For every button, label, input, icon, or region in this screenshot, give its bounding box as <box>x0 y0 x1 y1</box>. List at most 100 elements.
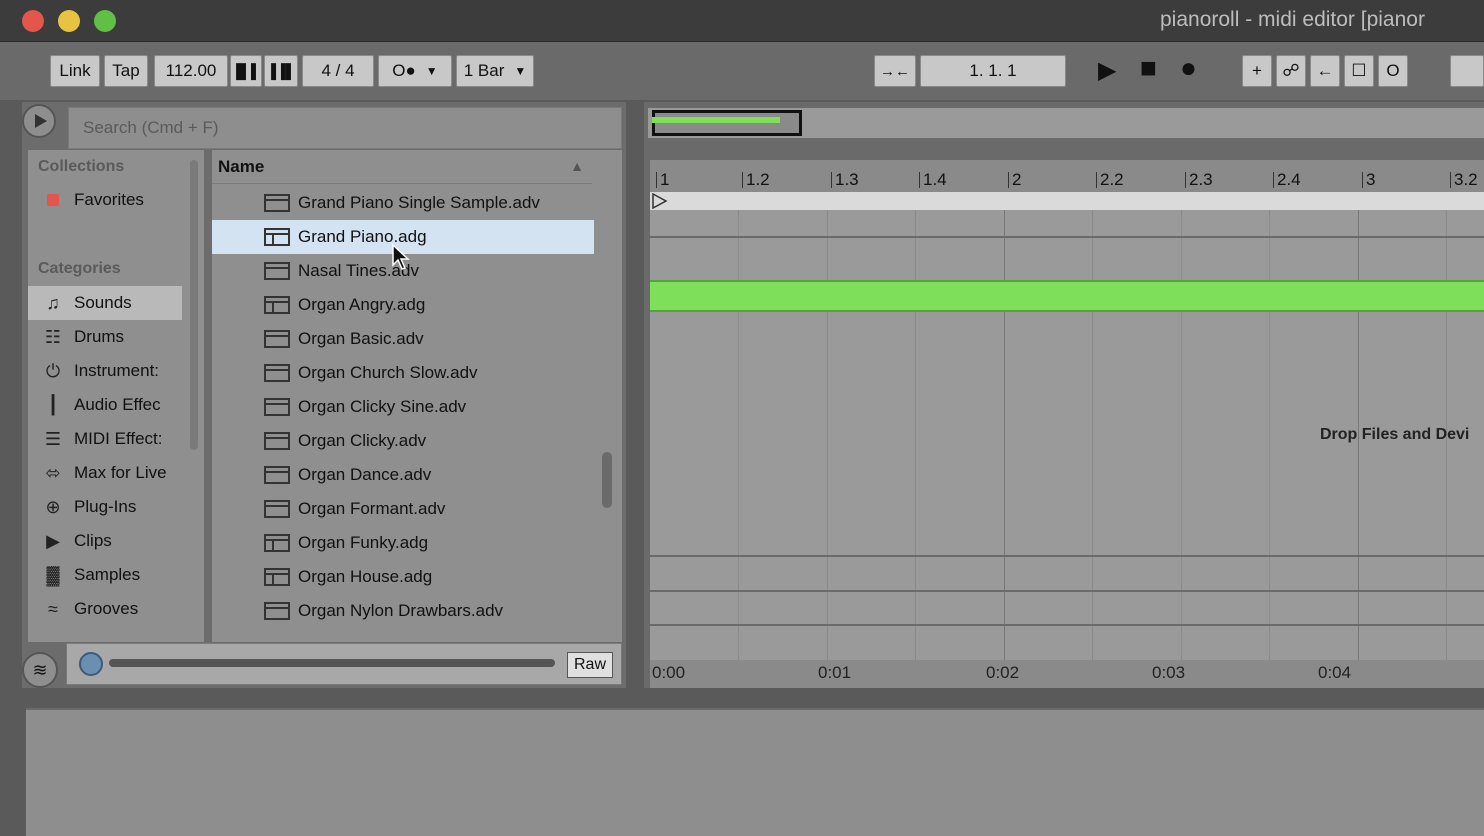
raw-button[interactable]: Raw <box>566 652 613 678</box>
grid-line <box>1004 210 1005 660</box>
metronome-button[interactable]: O● ▼ <box>378 55 452 87</box>
record-icon[interactable]: ● <box>1180 52 1197 84</box>
link-button[interactable]: Link <box>50 55 100 87</box>
preset-icon <box>264 330 290 348</box>
tempo-field[interactable]: 112.00 <box>154 55 228 87</box>
browser-sidebar: Collections Favorites Categories ♫ Sound… <box>28 150 204 642</box>
sidebar-item-favorites[interactable]: Favorites <box>28 183 204 217</box>
beat-tick: 1.3 <box>831 170 859 189</box>
preset-icon <box>264 466 290 484</box>
nudge-up-button[interactable]: ▐▐▌ <box>264 55 298 87</box>
control-bar-more[interactable] <box>1450 55 1484 87</box>
sidebar-item-samples[interactable]: ▓ Samples <box>28 558 204 592</box>
list-item[interactable]: Organ Angry.adg <box>212 288 594 322</box>
metronome-icon: O● <box>392 61 416 80</box>
start-marker-icon[interactable] <box>652 193 668 209</box>
headphones-icon[interactable] <box>79 652 103 676</box>
midi-note[interactable] <box>650 280 1484 312</box>
time-tick: 0:00 <box>652 663 686 682</box>
back-to-arrangement-button[interactable]: ← <box>1310 55 1340 87</box>
beat-tick: 1.4 <box>919 170 947 189</box>
sidebar-item-instruments[interactable]: ⏻ Instrument: <box>28 354 204 388</box>
preset-icon <box>264 398 290 416</box>
time-ruler[interactable]: 0:00 0:01 0:02 0:03 0:04 <box>650 660 1484 688</box>
list-item[interactable]: Organ Formant.adv <box>212 492 594 526</box>
sidebar-item-drums[interactable]: ☷ Drums <box>28 320 204 354</box>
play-icon[interactable]: ▶ <box>1098 56 1116 85</box>
max-for-live-icon: ⬄ <box>45 462 61 483</box>
plug-in-icon: ⊕ <box>45 496 61 517</box>
name-column-header[interactable]: Name ▲ <box>212 150 592 184</box>
sidebar-scrollbar[interactable] <box>190 160 198 450</box>
loop-button[interactable]: O <box>1378 55 1408 87</box>
overview-window[interactable] <box>652 110 802 136</box>
list-item[interactable]: Grand Piano Single Sample.adv <box>212 186 594 220</box>
list-item[interactable]: Organ House.adg <box>212 560 594 594</box>
search-input[interactable] <box>69 108 621 148</box>
preset-icon <box>264 432 290 450</box>
close-window-button[interactable] <box>22 10 44 32</box>
sidebar-item-label: Sounds <box>74 293 132 312</box>
grid-line <box>1181 210 1182 660</box>
beat-ruler[interactable]: 1 1.2 1.3 1.4 2 2.2 2.3 2.4 3 3.2 <box>650 160 1484 192</box>
file-name: Organ Clicky Sine.adv <box>298 397 467 416</box>
time-signature-field[interactable]: 4 / 4 <box>302 55 374 87</box>
sample-waveform-icon: ▓ <box>46 564 60 585</box>
sidebar-item-midi-effects[interactable]: ☰ MIDI Effect: <box>28 422 204 456</box>
file-name: Organ Funky.adg <box>298 533 429 552</box>
nudge-down-button[interactable]: ▐▌▌ <box>230 55 262 87</box>
sidebar-item-label: Drums <box>74 327 125 346</box>
follow-button[interactable]: →← <box>874 55 916 87</box>
minimize-window-button[interactable] <box>58 10 80 32</box>
zoom-window-button[interactable] <box>94 10 116 32</box>
search-box <box>68 107 622 149</box>
beat-tick: 3 <box>1361 170 1376 189</box>
stop-icon[interactable]: ■ <box>1140 52 1157 84</box>
sidebar-item-label: Instrument: <box>74 361 160 380</box>
groove-icon: ≈ <box>48 598 58 619</box>
clip-overview[interactable] <box>648 108 1484 138</box>
list-item[interactable]: Organ Church Slow.adv <box>212 356 594 390</box>
list-item[interactable]: Organ Clicky.adv <box>212 424 594 458</box>
grid-line <box>1269 210 1270 660</box>
tap-tempo-button[interactable]: Tap <box>104 55 148 87</box>
chevron-down-icon: ▼ <box>514 64 527 78</box>
punch-button[interactable]: ☐ <box>1344 55 1374 87</box>
sidebar-item-max-for-live[interactable]: ⬄ Max for Live <box>28 456 204 490</box>
preview-play-icon[interactable] <box>22 104 56 138</box>
groove-pool-icon[interactable]: ≋ <box>22 652 58 688</box>
sidebar-item-grooves[interactable]: ≈ Grooves <box>28 592 204 626</box>
grid-line <box>827 210 828 660</box>
list-item[interactable]: Organ Dance.adv <box>212 458 594 492</box>
quantize-dropdown[interactable]: 1 Bar ▼ <box>456 55 534 87</box>
time-tick: 0:04 <box>1318 663 1352 682</box>
list-item[interactable]: Organ Basic.adv <box>212 322 594 356</box>
preset-icon <box>264 602 290 620</box>
drop-hint: Drop Files and Devi <box>1320 426 1470 443</box>
sidebar-item-clips[interactable]: ▶ Clips <box>28 524 204 558</box>
preset-icon <box>264 500 290 518</box>
sidebar-item-label: Audio Effec <box>74 395 161 414</box>
categories-heading: Categories <box>38 260 121 277</box>
loop-brace[interactable] <box>650 192 1484 210</box>
list-item[interactable]: Organ Clicky Sine.adv <box>212 390 594 424</box>
sidebar-item-plug-ins[interactable]: ⊕ Plug-Ins <box>28 490 204 524</box>
automation-arm-button[interactable]: ☍ <box>1276 55 1306 87</box>
arrangement-position-field[interactable]: 1. 1. 1 <box>920 55 1066 87</box>
rack-icon <box>264 228 290 246</box>
overdub-button[interactable]: + <box>1242 55 1272 87</box>
file-list-scrollbar[interactable] <box>602 452 612 508</box>
sort-ascending-icon[interactable]: ▲ <box>570 158 584 174</box>
sidebar-item-audio-effects[interactable]: ┃ Audio Effec <box>28 388 204 422</box>
note-grid[interactable]: Drop Files and Devi <box>650 210 1484 660</box>
file-name: Organ Formant.adv <box>298 499 446 518</box>
grid-row-divider <box>650 236 1484 238</box>
clip-icon: ▶ <box>46 530 60 551</box>
sidebar-item-label: Grooves <box>74 599 139 618</box>
sidebar-item-sounds[interactable]: ♫ Sounds <box>28 286 182 320</box>
preset-icon <box>264 364 290 382</box>
name-column-label: Name <box>218 156 265 176</box>
sidebar-item-label: Favorites <box>74 190 144 209</box>
list-item[interactable]: Organ Nylon Drawbars.adv <box>212 594 594 628</box>
list-item[interactable]: Organ Funky.adg <box>212 526 594 560</box>
